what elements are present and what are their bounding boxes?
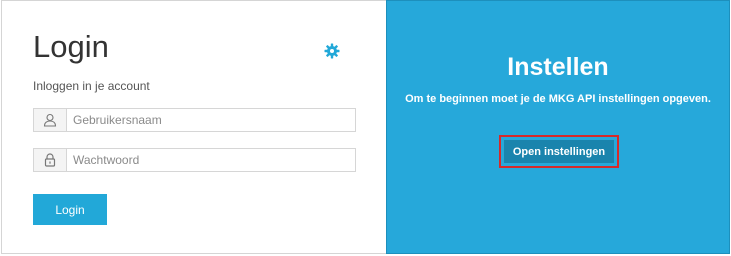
setup-description: Om te beginnen moet je de MKG API instel… <box>405 93 711 105</box>
gear-icon[interactable] <box>324 43 340 59</box>
username-input[interactable] <box>67 109 355 131</box>
password-input[interactable] <box>67 149 355 171</box>
setup-panel: Instellen Om te beginnen moet je de MKG … <box>386 0 730 254</box>
login-subtitle: Inloggen in je account <box>33 79 150 93</box>
login-panel: Login Inloggen in je account Gebruikersn… <box>1 0 386 254</box>
lock-icon <box>34 149 67 171</box>
page-root: Login Inloggen in je account Gebruikersn… <box>0 0 731 256</box>
login-title: Login <box>33 29 109 64</box>
open-settings-button[interactable]: Open instellingen <box>504 140 614 163</box>
username-field <box>33 108 356 132</box>
setup-title: Instellen <box>507 53 609 81</box>
login-button[interactable]: Login <box>33 194 107 225</box>
highlight-box: Open instellingen <box>499 135 619 168</box>
password-field <box>33 148 356 172</box>
user-icon <box>34 109 67 131</box>
